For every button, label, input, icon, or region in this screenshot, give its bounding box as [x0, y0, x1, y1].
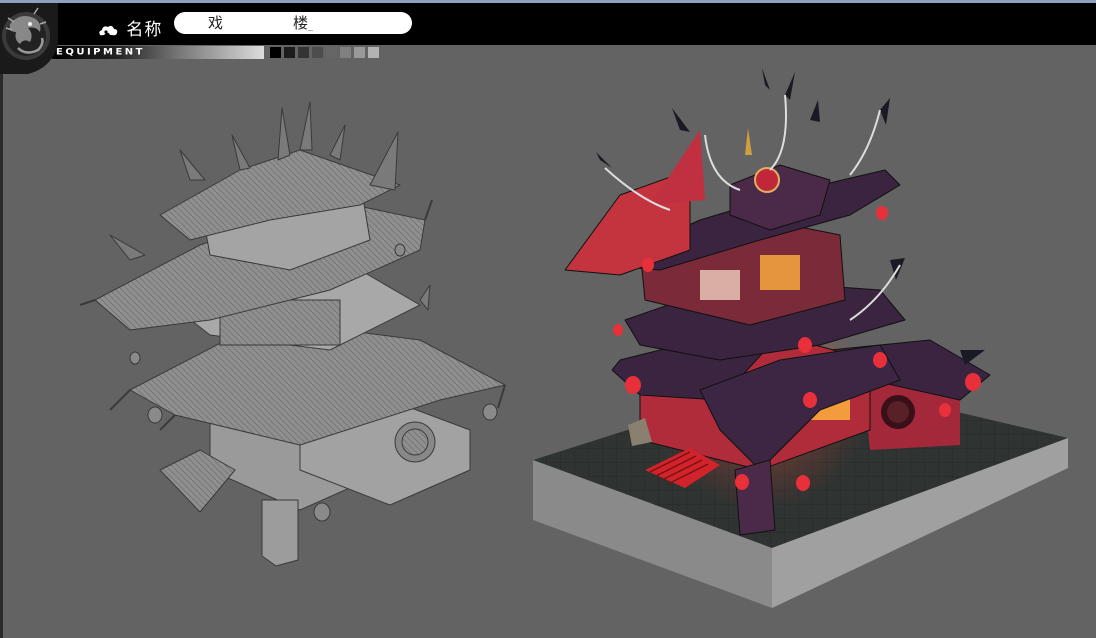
name-char-1: 戏 [208, 14, 294, 32]
cloud-icon [99, 25, 118, 35]
name-label: 名称 [98, 15, 162, 40]
header-bar: 名称 戏楼_ [0, 3, 1096, 45]
color-swatch[interactable] [298, 47, 309, 58]
name-field[interactable]: 戏楼_ [174, 12, 412, 34]
name-label-text: 名称 [126, 20, 163, 40]
equipment-label: EQUIPMENT [56, 47, 145, 58]
color-swatch[interactable] [326, 47, 337, 58]
color-swatch[interactable] [340, 47, 351, 58]
name-char-2: 楼 [293, 14, 309, 32]
colored-render [533, 68, 1068, 608]
color-swatch[interactable] [270, 47, 281, 58]
color-swatch[interactable] [368, 47, 379, 58]
color-swatch[interactable] [312, 47, 323, 58]
dragon-emblem-icon [0, 3, 58, 74]
color-swatch[interactable] [354, 47, 365, 58]
line-art-sketch [79, 101, 506, 567]
artwork-canvas [79, 68, 1068, 608]
color-swatch[interactable] [284, 47, 295, 58]
